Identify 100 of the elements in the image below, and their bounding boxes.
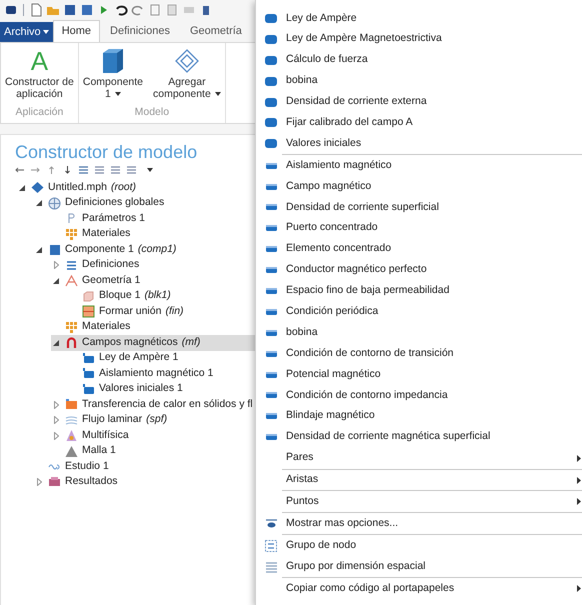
tree-item-label: Transferencia de calor en sólidos y fl	[82, 396, 253, 412]
material-icon	[65, 228, 78, 241]
save-as-icon[interactable]	[80, 3, 94, 17]
stack-icon	[266, 560, 276, 573]
tree-item-label: Formar unión (fin)	[99, 304, 184, 319]
menu-item[interactable]: Aislamiento magnético	[256, 155, 582, 176]
domain-node-icon	[265, 14, 277, 23]
tree-item-label: Flujo laminar (spf)	[82, 412, 168, 428]
ribbon-tab[interactable]: Geometría	[180, 20, 252, 42]
menu-item[interactable]: Densidad de corriente externa	[256, 92, 582, 112]
menu-item[interactable]: Mostrar mas opciones...	[256, 513, 582, 534]
tree-item-label: Parámetros 1	[82, 210, 146, 226]
wireframe-cube-icon	[172, 47, 201, 75]
expanded-arrow-icon[interactable]	[19, 184, 25, 191]
feature-icon	[82, 352, 95, 365]
block-icon	[82, 290, 95, 303]
diamond-icon	[31, 181, 44, 194]
collapsed-arrow-icon[interactable]	[54, 261, 58, 270]
menu-item[interactable]: Ley de Ampère Magnetoestrictiva	[256, 28, 582, 50]
node-group-icon	[265, 540, 277, 552]
boundary-node-icon	[266, 330, 276, 336]
boundary-node-icon	[266, 246, 276, 252]
tree-item-label: Malla 1	[82, 443, 116, 458]
forward-arrow-icon[interactable]	[31, 166, 40, 174]
collapsed-arrow-icon[interactable]	[54, 416, 58, 424]
tree-item-label: Definiciones	[82, 257, 140, 272]
submenu-arrow-icon	[577, 584, 581, 592]
menu-item[interactable]: Puntos	[256, 491, 582, 512]
back-arrow-icon[interactable]	[15, 166, 24, 174]
expanded-arrow-icon[interactable]	[53, 340, 59, 346]
undo-icon[interactable]	[114, 3, 128, 17]
flow-icon	[65, 414, 78, 427]
tree-item-label: Definiciones globales	[65, 195, 164, 210]
up-arrow-icon[interactable]	[47, 166, 56, 174]
globe-icon	[48, 196, 61, 210]
ribbon-group-label: Modelo	[134, 105, 170, 120]
boundary-node-icon	[266, 184, 276, 190]
domain-node-icon	[265, 34, 277, 44]
collapsed-arrow-icon[interactable]	[36, 478, 42, 486]
boundary-node-icon	[266, 267, 276, 274]
boundary-node-icon	[266, 434, 276, 440]
panel-title: Constructor de modelo	[15, 141, 198, 163]
tree-item-label: Materiales	[82, 226, 130, 242]
menu-item[interactable]: Grupo de nodo	[256, 535, 582, 556]
boundary-node-icon	[266, 288, 276, 294]
menu-item[interactable]: Copiar como código al portapapeles	[256, 578, 582, 599]
domain-node-icon	[265, 118, 277, 128]
ribbon-tab[interactable]: Home	[52, 20, 100, 42]
tree-item-label: Ley de Ampère 1	[99, 350, 178, 366]
union-icon	[82, 305, 95, 318]
domain-node-icon	[265, 139, 277, 148]
down-arrow-icon[interactable]	[63, 166, 72, 174]
letter-a-icon: A	[30, 46, 48, 76]
tree-item-label: Untitled.mph (root)	[48, 180, 136, 195]
menu-item[interactable]: Ley de Ampère	[256, 8, 582, 29]
expand-icon[interactable]	[111, 166, 120, 174]
submenu-arrow-icon	[577, 498, 581, 506]
magnet-icon	[65, 336, 78, 350]
submenu-arrow-icon	[577, 454, 581, 462]
menu-item[interactable]: Cálculo de fuerza	[256, 50, 582, 71]
ribbon-tab[interactable]: Definiciones	[100, 20, 180, 42]
domain-node-icon	[265, 56, 277, 65]
ribbon-button[interactable]: A Constructor de aplicación	[5, 46, 74, 106]
caret-icon	[42, 30, 49, 34]
tree-item-label: Estudio 1	[65, 458, 109, 474]
ribbon-button[interactable]: Agregar componente	[153, 46, 221, 106]
domain-node-icon	[265, 98, 277, 106]
expanded-arrow-icon[interactable]	[53, 278, 59, 284]
tree-item-label: Aislamiento magnético 1	[99, 366, 214, 381]
tree-item-label: Resultados	[65, 474, 118, 490]
tree-item-label: Componente 1 (comp1)	[65, 242, 176, 257]
cube-icon	[48, 243, 61, 256]
ribbon-button[interactable]: Componente 1	[82, 46, 143, 106]
tree-item-label: Materiales	[82, 319, 130, 334]
list-icon	[65, 258, 78, 272]
multiphysics-icon	[65, 429, 78, 442]
save-icon[interactable]	[63, 3, 77, 17]
boundary-node-icon	[266, 392, 276, 398]
collapse-icon[interactable]	[95, 166, 104, 174]
collapsed-arrow-icon[interactable]	[54, 432, 58, 440]
menu-item[interactable]: Fijar calibrado del campo A	[256, 112, 582, 134]
collapsed-arrow-icon[interactable]	[54, 400, 58, 409]
mesh-icon	[65, 444, 78, 458]
tree-item-label: Multifísica	[82, 428, 129, 443]
file-menu-button[interactable]: Archivo	[0, 22, 53, 42]
tree-item-label: Campos magnéticos (mf)	[82, 334, 200, 350]
heat-icon	[65, 398, 78, 412]
expanded-arrow-icon[interactable]	[36, 246, 42, 253]
feature-icon	[82, 367, 95, 380]
domain-node-icon	[265, 76, 277, 86]
menu-item[interactable]: Valores iniciales	[256, 133, 582, 154]
menu-item[interactable]: Grupo por dimensión espacial	[256, 556, 582, 578]
show-icon[interactable]	[79, 166, 88, 174]
expanded-arrow-icon[interactable]	[36, 200, 42, 206]
boundary-node-icon	[266, 372, 276, 378]
dropdown-caret-icon	[147, 168, 153, 172]
ribbon-group-label: Aplicación	[16, 105, 64, 120]
new-file-icon[interactable]	[29, 3, 43, 17]
menu-item[interactable]: bobina	[256, 70, 582, 92]
list-view-icon[interactable]	[127, 166, 136, 174]
